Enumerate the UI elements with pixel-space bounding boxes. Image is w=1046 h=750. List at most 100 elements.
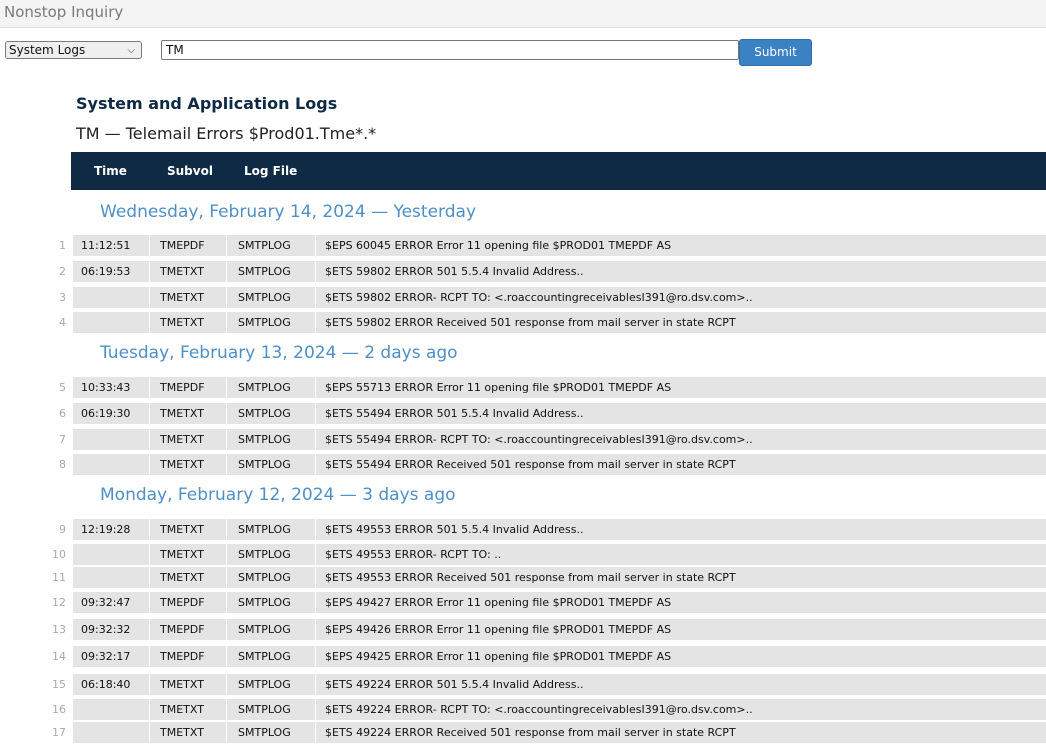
- message-cell: $EPS 49425 ERROR Error 11 opening file $…: [316, 646, 1046, 667]
- row-number: 9: [59, 523, 66, 536]
- table-row[interactable]: 2 06:19:53 TMETXT SMTPLOG $ETS 59802 ERROR 5…: [0, 261, 1046, 283]
- time-cell: 06:19:30: [73, 403, 149, 424]
- subvol-cell: TMETXT: [150, 312, 226, 333]
- time-cell: 10:33:43: [73, 377, 149, 398]
- subvol-cell: TMETXT: [150, 699, 226, 720]
- time-cell: 09:32:32: [73, 619, 149, 640]
- query-input[interactable]: [161, 40, 739, 60]
- day-heading: Wednesday, February 14, 2024 — Yesterday: [100, 202, 477, 222]
- table-row[interactable]: 12 09:32:47 TMEPDF SMTPLOG $EPS 49427 ERROR …: [0, 592, 1046, 614]
- time-cell: [73, 454, 149, 475]
- log-type-select[interactable]: System Logs ⌵: [5, 41, 142, 59]
- time-cell: [73, 287, 149, 308]
- message-cell: $ETS 55494 ERROR Received 501 response f…: [316, 454, 1046, 475]
- row-number: 12: [52, 596, 66, 609]
- subvol-cell: TMETXT: [150, 454, 226, 475]
- column-header-time: Time: [94, 164, 127, 178]
- time-cell: [73, 567, 149, 588]
- table-row[interactable]: 13 09:32:32 TMEPDF SMTPLOG $EPS 49426 ERROR …: [0, 619, 1046, 641]
- logfile-cell: SMTPLOG: [227, 646, 315, 667]
- row-number: 14: [52, 650, 66, 663]
- row-number: 3: [59, 291, 66, 304]
- submit-button[interactable]: Submit: [739, 39, 812, 66]
- table-row[interactable]: 4 TMETXT SMTPLOG $ETS 59802 ERROR Received …: [0, 312, 1046, 334]
- table-row[interactable]: 5 10:33:43 TMEPDF SMTPLOG $EPS 55713 ERROR E…: [0, 377, 1046, 399]
- message-cell: $EPS 49427 ERROR Error 11 opening file $…: [316, 592, 1046, 613]
- app-title: Nonstop Inquiry: [0, 0, 1046, 28]
- message-cell: $ETS 49553 ERROR- RCPT TO: ..: [316, 544, 1046, 565]
- logfile-cell: SMTPLOG: [227, 544, 315, 565]
- row-number: 7: [59, 433, 66, 446]
- report-subtitle: TM — Telemail Errors $Prod01.Tme*.*: [76, 124, 377, 143]
- column-header-logfile: Log File: [244, 164, 298, 178]
- time-cell: 06:19:53: [73, 261, 149, 282]
- day-heading: Monday, February 12, 2024 — 3 days ago: [100, 485, 456, 505]
- time-cell: [73, 699, 149, 720]
- message-cell: $ETS 49224 ERROR 501 5.5.4 Invalid Addre…: [316, 674, 1046, 695]
- row-number: 5: [59, 381, 66, 394]
- time-cell: 12:19:28: [73, 519, 149, 540]
- table-row[interactable]: 10 TMETXT SMTPLOG $ETS 49553 ERROR- RCPT TO…: [0, 544, 1046, 566]
- time-cell: [73, 312, 149, 333]
- row-number: 16: [52, 703, 66, 716]
- subvol-cell: TMEPDF: [150, 646, 226, 667]
- table-row[interactable]: 6 06:19:30 TMETXT SMTPLOG $ETS 55494 ERROR 5…: [0, 403, 1046, 425]
- time-cell: 11:12:51: [73, 235, 149, 256]
- subvol-cell: TMETXT: [150, 519, 226, 540]
- table-row[interactable]: 15 06:18:40 TMETXT SMTPLOG $ETS 49224 ERROR …: [0, 674, 1046, 696]
- logfile-cell: SMTPLOG: [227, 429, 315, 450]
- message-cell: $ETS 59802 ERROR- RCPT TO: <.roaccountin…: [316, 287, 1046, 308]
- subvol-cell: TMETXT: [150, 674, 226, 695]
- row-number: 4: [59, 316, 66, 329]
- table-row[interactable]: 14 09:32:17 TMEPDF SMTPLOG $EPS 49425 ERROR …: [0, 646, 1046, 668]
- table-row[interactable]: 11 TMETXT SMTPLOG $ETS 49553 ERROR Received…: [0, 567, 1046, 589]
- logfile-cell: SMTPLOG: [227, 519, 315, 540]
- message-cell: $EPS 60045 ERROR Error 11 opening file $…: [316, 235, 1046, 256]
- row-number: 1: [59, 239, 66, 252]
- subvol-cell: TMETXT: [150, 261, 226, 282]
- message-cell: $ETS 55494 ERROR 501 5.5.4 Invalid Addre…: [316, 403, 1046, 424]
- table-row[interactable]: 1 11:12:51 TMEPDF SMTPLOG $EPS 60045 ERROR E…: [0, 235, 1046, 257]
- logfile-cell: SMTPLOG: [227, 699, 315, 720]
- subvol-cell: TMETXT: [150, 287, 226, 308]
- time-cell: [73, 429, 149, 450]
- message-cell: $ETS 49224 ERROR Received 501 response f…: [316, 722, 1046, 743]
- logfile-cell: SMTPLOG: [227, 619, 315, 640]
- column-header-subvol: Subvol: [167, 164, 213, 178]
- subvol-cell: TMEPDF: [150, 592, 226, 613]
- subvol-cell: TMETXT: [150, 544, 226, 565]
- table-header: Time Subvol Log File: [71, 152, 1046, 190]
- logfile-cell: SMTPLOG: [227, 674, 315, 695]
- day-heading: Tuesday, February 13, 2024 — 2 days ago: [100, 343, 458, 363]
- logfile-cell: SMTPLOG: [227, 567, 315, 588]
- subvol-cell: TMETXT: [150, 403, 226, 424]
- message-cell: $ETS 55494 ERROR- RCPT TO: <.roaccountin…: [316, 429, 1046, 450]
- table-row[interactable]: 8 TMETXT SMTPLOG $ETS 55494 ERROR Received …: [0, 454, 1046, 476]
- message-cell: $ETS 59802 ERROR 501 5.5.4 Invalid Addre…: [316, 261, 1046, 282]
- row-number: 6: [59, 407, 66, 420]
- table-row[interactable]: 17 TMETXT SMTPLOG $ETS 49224 ERROR Received…: [0, 722, 1046, 744]
- table-row[interactable]: 7 TMETXT SMTPLOG $ETS 55494 ERROR- RCPT TO:…: [0, 429, 1046, 451]
- time-cell: 09:32:17: [73, 646, 149, 667]
- query-bar: System Logs ⌵ Submit: [5, 39, 1046, 66]
- chevron-down-icon: ⌵: [127, 45, 135, 56]
- row-number: 17: [52, 726, 66, 739]
- table-row[interactable]: 3 TMETXT SMTPLOG $ETS 59802 ERROR- RCPT TO:…: [0, 287, 1046, 309]
- logfile-cell: SMTPLOG: [227, 592, 315, 613]
- message-cell: $ETS 49553 ERROR Received 501 response f…: [316, 567, 1046, 588]
- logfile-cell: SMTPLOG: [227, 235, 315, 256]
- table-row[interactable]: 9 12:19:28 TMETXT SMTPLOG $ETS 49553 ERROR 5…: [0, 519, 1046, 541]
- logfile-cell: SMTPLOG: [227, 287, 315, 308]
- logfile-cell: SMTPLOG: [227, 403, 315, 424]
- row-number: 2: [59, 265, 66, 278]
- time-cell: 06:18:40: [73, 674, 149, 695]
- message-cell: $EPS 49426 ERROR Error 11 opening file $…: [316, 619, 1046, 640]
- table-row[interactable]: 16 TMETXT SMTPLOG $ETS 49224 ERROR- RCPT TO…: [0, 699, 1046, 721]
- message-cell: $EPS 55713 ERROR Error 11 opening file $…: [316, 377, 1046, 398]
- row-number: 10: [52, 548, 66, 561]
- logfile-cell: SMTPLOG: [227, 454, 315, 475]
- row-number: 8: [59, 458, 66, 471]
- subvol-cell: TMETXT: [150, 722, 226, 743]
- message-cell: $ETS 59802 ERROR Received 501 response f…: [316, 312, 1046, 333]
- message-cell: $ETS 49224 ERROR- RCPT TO: <.roaccountin…: [316, 699, 1046, 720]
